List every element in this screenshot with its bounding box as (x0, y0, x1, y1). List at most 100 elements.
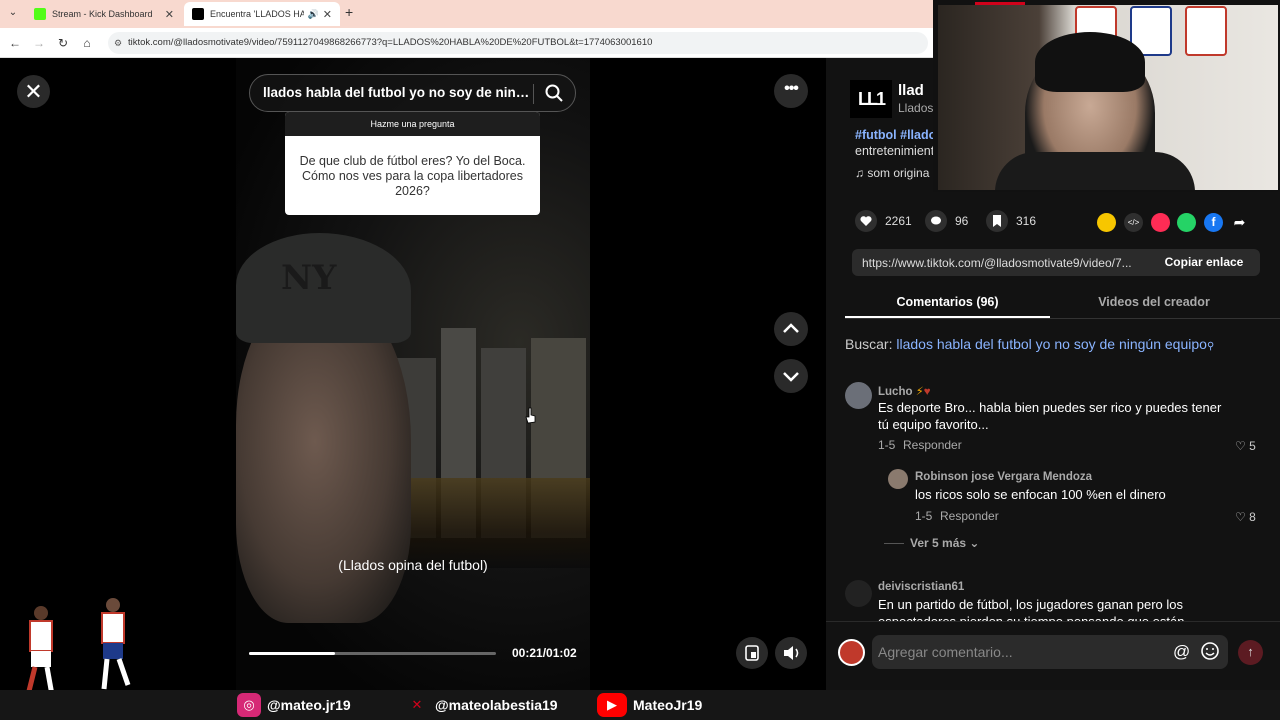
comment-button[interactable]: 96 (925, 210, 968, 232)
heart-badge-icon: ♥ (923, 386, 931, 398)
kick-icon (34, 8, 46, 20)
like-button[interactable]: 2261 (855, 210, 912, 232)
comment-like-button[interactable]: ♡ 8 (1235, 510, 1256, 524)
comment-input-placeholder: Agregar comentario... (878, 644, 1013, 660)
facebook-icon[interactable]: f (1204, 213, 1223, 232)
x-icon: ✕ (411, 697, 423, 712)
search-icon[interactable] (544, 83, 564, 103)
social-handle: @mateo.jr19 (267, 697, 351, 713)
chevron-up-icon (783, 323, 799, 333)
back-icon[interactable]: ← (6, 34, 24, 52)
site-info-icon[interactable]: ⚙ (114, 32, 122, 54)
author-avatar[interactable]: LL1 (850, 80, 892, 118)
video-search-bar[interactable]: llados habla del futbol yo no soy de nin… (249, 74, 576, 112)
commenter-avatar[interactable] (845, 382, 872, 409)
volume-button[interactable] (775, 637, 807, 669)
question-card-text: De que club de fútbol eres? Yo del Boca.… (299, 154, 526, 198)
tab-tiktok[interactable]: Encuentra 'LLADOS HABLA 🔊 ✕ (184, 2, 340, 26)
tab-search-icon[interactable]: ⌄ (4, 4, 22, 22)
send-comment-button[interactable]: ↑ (1238, 640, 1263, 665)
like-count: 2261 (885, 214, 912, 228)
video-subtitle: (Llados opina del futbol) (338, 557, 488, 573)
reply-button[interactable]: Responder (940, 509, 999, 523)
emoji-icon[interactable] (1200, 641, 1220, 661)
reply-button[interactable]: Responder (903, 438, 962, 452)
close-button[interactable]: ✕ (17, 75, 50, 108)
commenter-name[interactable]: Lucho ⚡♥ (878, 384, 931, 398)
heart-outline-icon: ♡ (1235, 510, 1246, 524)
comment-text: los ricos solo se enfocan 100 %en el din… (915, 487, 1166, 502)
commenter-avatar[interactable] (845, 580, 872, 607)
whatsapp-icon[interactable] (1177, 213, 1196, 232)
webcam-frame (935, 2, 1278, 190)
previous-video-button[interactable] (774, 312, 808, 346)
copy-link-button[interactable]: Copiar enlace (1148, 249, 1260, 276)
streamer-webcam (933, 0, 1280, 192)
youtube-icon: ▶ (597, 693, 627, 717)
question-card: Hazme una pregunta De que club de fútbol… (285, 112, 540, 215)
social-instagram: ◎ @mateo.jr19 (237, 693, 351, 717)
social-x: ✕ @mateolabestia19 (405, 693, 558, 717)
tab-close-icon[interactable]: ✕ (165, 8, 174, 21)
video-progress-bar[interactable] (249, 652, 496, 655)
new-tab-button[interactable]: + (345, 4, 353, 20)
save-button[interactable]: 316 (986, 210, 1036, 232)
video-hashtags[interactable]: #futbol #llado (855, 128, 936, 142)
search-prefix: Buscar: (845, 336, 893, 352)
tab-label: Stream - Kick Dashboard (52, 9, 153, 19)
video-description: entretenimient (855, 144, 935, 158)
comment-date: 1-5 (915, 509, 933, 523)
cap-logo: NY (281, 258, 337, 298)
video-time: 00:21/01:02 (512, 646, 577, 660)
speaker-icon[interactable]: 🔊 (308, 9, 319, 20)
view-more-replies[interactable]: Ver 5 más ⌄ (884, 536, 979, 550)
video-link-text[interactable]: https://www.tiktok.com/@lladosmotivate9/… (862, 256, 1144, 270)
search-query-link[interactable]: llados habla del futbol yo no soy de nin… (896, 336, 1207, 352)
next-video-button[interactable] (774, 359, 808, 393)
tab-kick-dashboard[interactable]: Stream - Kick Dashboard ✕ (26, 2, 182, 26)
author-name[interactable]: llad (898, 82, 924, 99)
heart-icon (855, 210, 877, 232)
picture-in-picture-button[interactable] (736, 637, 768, 669)
music-link[interactable]: ♫ som origina (855, 166, 929, 180)
link-box: https://www.tiktok.com/@lladosmotivate9/… (852, 249, 1260, 276)
comment-icon (925, 210, 947, 232)
url-field[interactable]: ⚙ tiktok.com/@lladosmotivate9/video/7591… (108, 32, 928, 54)
comment-search-suggestion[interactable]: Buscar: llados habla del futbol yo no so… (845, 336, 1214, 352)
commenter-avatar[interactable] (888, 469, 908, 489)
social-handle: MateoJr19 (633, 697, 703, 713)
reload-icon[interactable]: ↻ (54, 34, 72, 52)
more-options-button[interactable]: ••• (774, 74, 808, 108)
video-city-lights (386, 478, 590, 568)
video-progress-fill (249, 652, 336, 655)
commenter-name[interactable]: Robinson jose Vergara Mendoza (915, 471, 1092, 483)
mention-button[interactable]: @ (1173, 642, 1190, 662)
commenter-name[interactable]: deiviscristian61 (878, 581, 964, 593)
forward-icon[interactable]: → (30, 34, 48, 52)
send-to-friend-icon[interactable] (1151, 213, 1170, 232)
screen: ⌄ Stream - Kick Dashboard ✕ Encuentra 'L… (0, 0, 1280, 720)
volume-icon (784, 646, 799, 660)
home-icon[interactable]: ⌂ (78, 34, 96, 52)
pip-icon (745, 645, 759, 661)
tab-close-icon[interactable]: ✕ (323, 8, 332, 21)
question-card-header: Hazme una pregunta (285, 112, 540, 136)
tab-creator-videos[interactable]: Videos del creador (1052, 288, 1256, 318)
user-avatar (838, 639, 865, 666)
comment-text: En un partido de fútbol, los jugadores g… (878, 597, 1185, 622)
share-arrow-icon[interactable]: ➦ (1230, 213, 1249, 232)
comment-like-button[interactable]: ♡ 5 (1235, 439, 1256, 453)
repost-icon[interactable] (1097, 213, 1116, 232)
lightning-icon: ⚡ (915, 386, 924, 398)
save-count: 316 (1016, 214, 1037, 228)
tab-comments[interactable]: Comentarios (96) (845, 288, 1050, 318)
search-small-icon: ⚲ (1206, 341, 1215, 352)
divider-line (884, 543, 904, 545)
search-divider (533, 84, 534, 104)
embed-icon[interactable]: </> (1124, 213, 1143, 232)
comment-text: Es deporte Bro... habla bien puedes ser … (878, 400, 1222, 432)
tab-label: Encuentra 'LLADOS HABLA (210, 9, 304, 19)
social-youtube: ▶ MateoJr19 (597, 693, 702, 717)
mouse-cursor (525, 407, 536, 424)
search-input[interactable]: llados habla del futbol yo no soy de nin… (263, 85, 531, 100)
